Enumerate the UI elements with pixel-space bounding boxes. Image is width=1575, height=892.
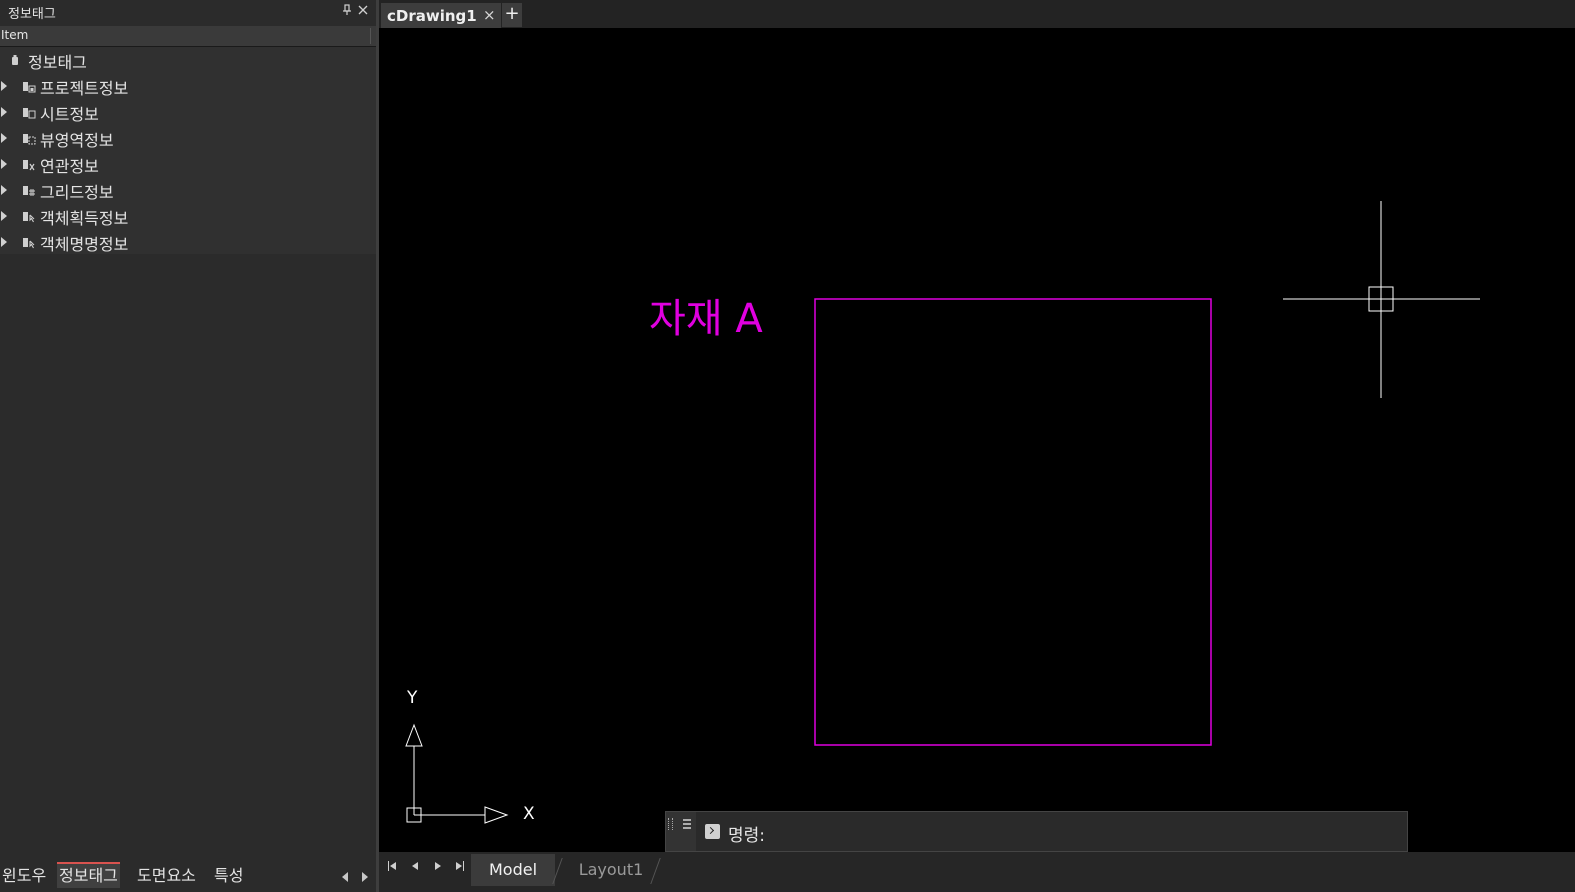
grip-icon[interactable]	[668, 818, 673, 830]
view-area-info-icon	[22, 131, 36, 145]
tree-item-view-area-info[interactable]: 뷰영역정보	[0, 125, 376, 151]
tree-root-label: 정보태그	[28, 53, 87, 72]
column-header-label: Item	[1, 28, 29, 42]
pin-icon[interactable]	[340, 4, 354, 18]
tree-item-relation-info[interactable]: 연관정보	[0, 151, 376, 177]
tree-item-sheet-info[interactable]: 시트정보	[0, 99, 376, 125]
close-tab-icon[interactable]: ×	[483, 6, 496, 24]
tag-root-icon	[10, 53, 24, 67]
object-acquire-info-icon	[22, 209, 36, 223]
command-prompt-label[interactable]: 명령:	[728, 821, 765, 846]
layout-tabbar: Model Layout1	[379, 852, 1575, 892]
tree-item-grid-info[interactable]: 그리드정보	[0, 177, 376, 203]
expand-arrow-icon[interactable]	[1, 211, 7, 221]
rectangle-entity[interactable]	[814, 298, 1212, 746]
expand-arrow-icon[interactable]	[1, 237, 7, 247]
tree-item-label: 시트정보	[40, 105, 99, 124]
tab-layout1[interactable]: Layout1	[569, 854, 653, 886]
object-naming-info-icon	[22, 235, 36, 249]
expand-arrow-icon[interactable]	[1, 133, 7, 143]
last-layout-icon[interactable]	[451, 858, 469, 874]
tree-item-label: 객체명명정보	[40, 235, 129, 254]
menu-icon[interactable]	[682, 818, 692, 833]
column-header[interactable]: Item	[0, 26, 376, 47]
tab-properties[interactable]: 특성	[212, 864, 245, 888]
drawing-svg	[405, 201, 1480, 824]
tab-model[interactable]: Model	[471, 854, 555, 886]
ucs-icon	[405, 723, 509, 824]
tab-info-tag[interactable]: 정보태그	[57, 862, 120, 888]
document-tab[interactable]: cDrawing1 ×	[381, 3, 501, 28]
terminal-icon	[705, 824, 720, 839]
command-bar: 명령:	[665, 811, 1408, 852]
tree-item-label: 객체획득정보	[40, 209, 129, 228]
tree-root[interactable]: 정보태그	[0, 47, 376, 73]
sheet-info-icon	[22, 105, 36, 119]
previous-layout-icon[interactable]	[407, 858, 425, 874]
first-layout-icon[interactable]	[385, 858, 403, 874]
ucs-x-label: X	[523, 804, 535, 824]
column-separator[interactable]	[370, 28, 371, 44]
tree-item-label: 그리드정보	[40, 183, 114, 202]
crosshair-cursor-icon	[1283, 201, 1480, 398]
ucs-y-label: Y	[407, 688, 418, 708]
tree-item-label: 뷰영역정보	[40, 131, 114, 150]
tree-item-object-naming-info[interactable]: 객체명명정보	[0, 229, 376, 255]
tree-item-project-info[interactable]: 프로젝트정보	[0, 73, 376, 99]
tree-item-object-acquire-info[interactable]: 객체획득정보	[0, 203, 376, 229]
tree-item-label: 프로젝트정보	[40, 79, 129, 98]
tab-window[interactable]: 윈도우	[0, 864, 48, 888]
info-tag-tree: 정보태그 프로젝트정보 시트정보 뷰영역정보 연관정보 그리드정보 객체획득정보…	[0, 47, 376, 254]
project-info-icon	[22, 79, 36, 93]
info-tag-panel: 정보태그 Item 정보태그 프로젝트정보 시트정보 뷰영역정보 연관정보 그리…	[0, 0, 376, 892]
panel-bottom-tabs: 윈도우 정보태그 도면요소 특성	[0, 862, 376, 892]
expand-arrow-icon[interactable]	[1, 185, 7, 195]
document-tabbar: cDrawing1 × +	[379, 0, 1575, 29]
next-layout-icon[interactable]	[429, 858, 447, 874]
tree-item-label: 연관정보	[40, 157, 99, 176]
tab-scroll-right-icon[interactable]	[362, 872, 368, 882]
add-tab-button[interactable]: +	[502, 3, 522, 27]
expand-arrow-icon[interactable]	[1, 159, 7, 169]
expand-arrow-icon[interactable]	[1, 81, 7, 91]
relation-info-icon	[22, 157, 36, 171]
tab-scroll-left-icon[interactable]	[342, 872, 348, 882]
cad-application: 정보태그 Item 정보태그 프로젝트정보 시트정보 뷰영역정보 연관정보 그리…	[0, 0, 1575, 892]
panel-title: 정보태그	[8, 7, 56, 22]
grid-info-icon	[22, 183, 36, 197]
close-icon[interactable]	[356, 4, 370, 18]
text-entity[interactable]: 자재 A	[649, 286, 763, 344]
document-tab-label: cDrawing1	[387, 7, 477, 25]
panel-titlebar: 정보태그	[0, 0, 376, 24]
tab-drawing-elements[interactable]: 도면요소	[135, 864, 198, 888]
expand-arrow-icon[interactable]	[1, 107, 7, 117]
drawing-canvas[interactable]: 자재 A Y X	[379, 28, 1575, 852]
